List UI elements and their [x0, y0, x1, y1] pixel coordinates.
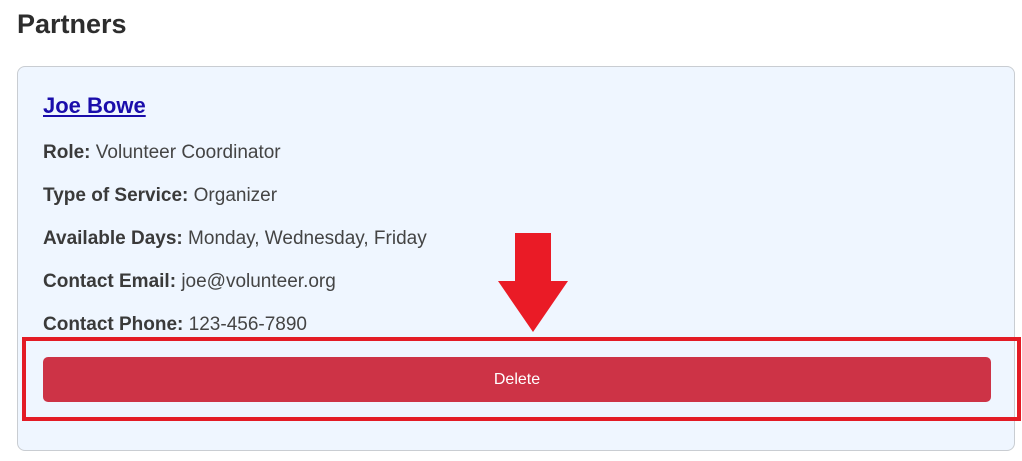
- contact-phone-value: 123-456-7890: [188, 314, 307, 335]
- service-type-value: Organizer: [193, 185, 278, 206]
- service-type-field: Type of Service: Organizer: [43, 183, 277, 209]
- available-days-label: Available Days:: [43, 228, 183, 249]
- role-field: Role: Volunteer Coordinator: [43, 140, 281, 166]
- role-value: Volunteer Coordinator: [95, 142, 281, 163]
- contact-email-label: Contact Email:: [43, 271, 177, 292]
- delete-button[interactable]: Delete: [43, 357, 991, 402]
- role-label: Role:: [43, 142, 91, 163]
- contact-phone-label: Contact Phone:: [43, 314, 184, 335]
- available-days-value: Monday, Wednesday, Friday: [188, 228, 427, 249]
- partner-name-link[interactable]: Joe Bowe: [43, 91, 146, 121]
- available-days-field: Available Days: Monday, Wednesday, Frida…: [43, 226, 427, 252]
- page-title: Partners: [17, 9, 127, 39]
- contact-email-value: joe@volunteer.org: [181, 271, 336, 292]
- service-type-label: Type of Service:: [43, 185, 189, 206]
- contact-email-field: Contact Email: joe@volunteer.org: [43, 269, 336, 295]
- partner-card: Joe Bowe Role: Volunteer Coordinator Typ…: [17, 66, 1015, 451]
- contact-phone-field: Contact Phone: 123-456-7890: [43, 312, 307, 338]
